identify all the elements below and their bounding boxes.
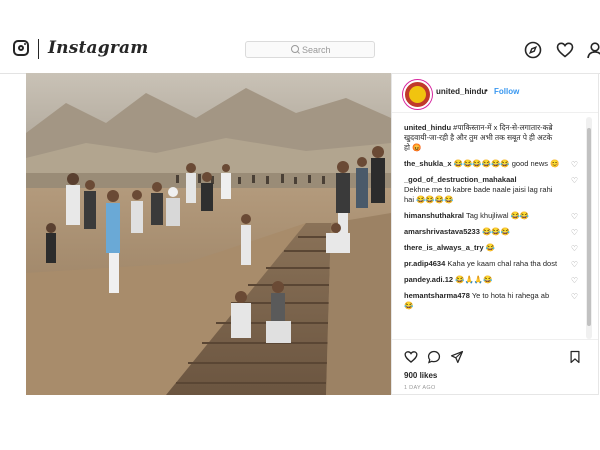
instagram-glyph-icon[interactable] <box>13 40 29 56</box>
comment-username[interactable]: hemantsharma478 <box>404 291 470 300</box>
brand-divider <box>38 39 39 59</box>
comment-like-icon[interactable]: ♡ <box>571 276 578 286</box>
post-header: united_hindu • Follow <box>392 74 598 113</box>
comment-text: Kaha ye kaam chal raha tha dost <box>447 259 558 268</box>
follow-button[interactable]: Follow <box>494 87 519 96</box>
bookmark-icon[interactable] <box>568 350 582 364</box>
comments-scroll-thumb[interactable] <box>587 128 591 326</box>
compass-icon[interactable] <box>524 41 542 59</box>
post-username[interactable]: united_hindu <box>436 87 486 96</box>
search-icon <box>291 45 299 53</box>
list-item: pandey.adi.12 😂🙏🙏😂 ♡ <box>404 275 580 285</box>
list-item: the_shukla_x 😂😂😂😂😂😂 good news 😊 ♡ <box>404 159 580 169</box>
like-count[interactable]: 900 likes <box>404 371 437 380</box>
actions-divider <box>392 339 598 340</box>
list-item: amarshrivastava5233 😂😂😂 ♡ <box>404 227 580 237</box>
caption: united_hindu #पाकिस्तान-में x दिन-से-लगा… <box>404 123 580 153</box>
comment-text: 😂😂😂😂😂😂 good news 😊 <box>453 159 560 168</box>
post-side-panel: united_hindu • Follow united_hindu #पाकि… <box>391 73 599 395</box>
comment-bubble-icon[interactable] <box>427 350 441 364</box>
post-timestamp: 1 DAY AGO <box>404 385 436 391</box>
comment-text: 😂 <box>485 243 496 252</box>
list-item: _god_of_destruction_mahakaal Dekhne me t… <box>404 175 580 205</box>
comment-username[interactable]: there_is_always_a_try <box>404 243 484 252</box>
comment-username[interactable]: amarshrivastava5233 <box>404 227 480 236</box>
list-item: hemantsharma478 Ye to hota hi rahega ab … <box>404 291 580 311</box>
list-item: pr.adip4634 Kaha ye kaam chal raha tha d… <box>404 259 580 269</box>
comment-username[interactable]: _god_of_destruction_mahakaal <box>404 175 517 184</box>
comment-username[interactable]: pandey.adi.12 <box>404 275 453 284</box>
search-placeholder: Search <box>302 45 331 55</box>
share-icon[interactable] <box>450 350 464 364</box>
comment-like-icon[interactable]: ♡ <box>571 228 578 238</box>
comment-like-icon[interactable]: ♡ <box>571 160 578 170</box>
comment-text: Tag khujliwal 😂😂 <box>465 211 530 220</box>
caption-username[interactable]: united_hindu <box>404 123 451 132</box>
avatar[interactable] <box>403 80 432 109</box>
top-navigation-bar: Instagram Search <box>0 0 600 74</box>
search-input[interactable]: Search <box>245 41 375 58</box>
post-photo-scene <box>26 73 391 395</box>
post-photo[interactable] <box>26 73 391 395</box>
comment-text: 😂🙏🙏😂 <box>455 275 493 284</box>
comment-like-icon[interactable]: ♡ <box>571 244 578 254</box>
person-icon[interactable] <box>586 41 600 59</box>
comment-username[interactable]: pr.adip4634 <box>404 259 445 268</box>
heart-icon[interactable] <box>556 41 574 59</box>
comments-list[interactable]: united_hindu #पाकिस्तान-में x दिन-से-लगा… <box>404 123 580 339</box>
list-item: himanshuthakral Tag khujliwal 😂😂 ♡ <box>404 211 580 221</box>
comment-text: Dekhne me to kabre bade naale jaisi lag … <box>404 185 553 204</box>
instagram-wordmark[interactable]: Instagram <box>48 38 148 58</box>
comment-like-icon[interactable]: ♡ <box>571 176 578 186</box>
like-heart-icon[interactable] <box>404 350 418 364</box>
list-item: there_is_always_a_try 😂 ♡ <box>404 243 580 253</box>
separator-dot: • <box>485 86 488 95</box>
comment-like-icon[interactable]: ♡ <box>571 212 578 222</box>
comment-text: 😂😂😂 <box>482 227 511 236</box>
comment-username[interactable]: himanshuthakral <box>404 211 464 220</box>
comment-like-icon[interactable]: ♡ <box>571 292 578 302</box>
comment-username[interactable]: the_shukla_x <box>404 159 452 168</box>
comment-like-icon[interactable]: ♡ <box>571 260 578 270</box>
